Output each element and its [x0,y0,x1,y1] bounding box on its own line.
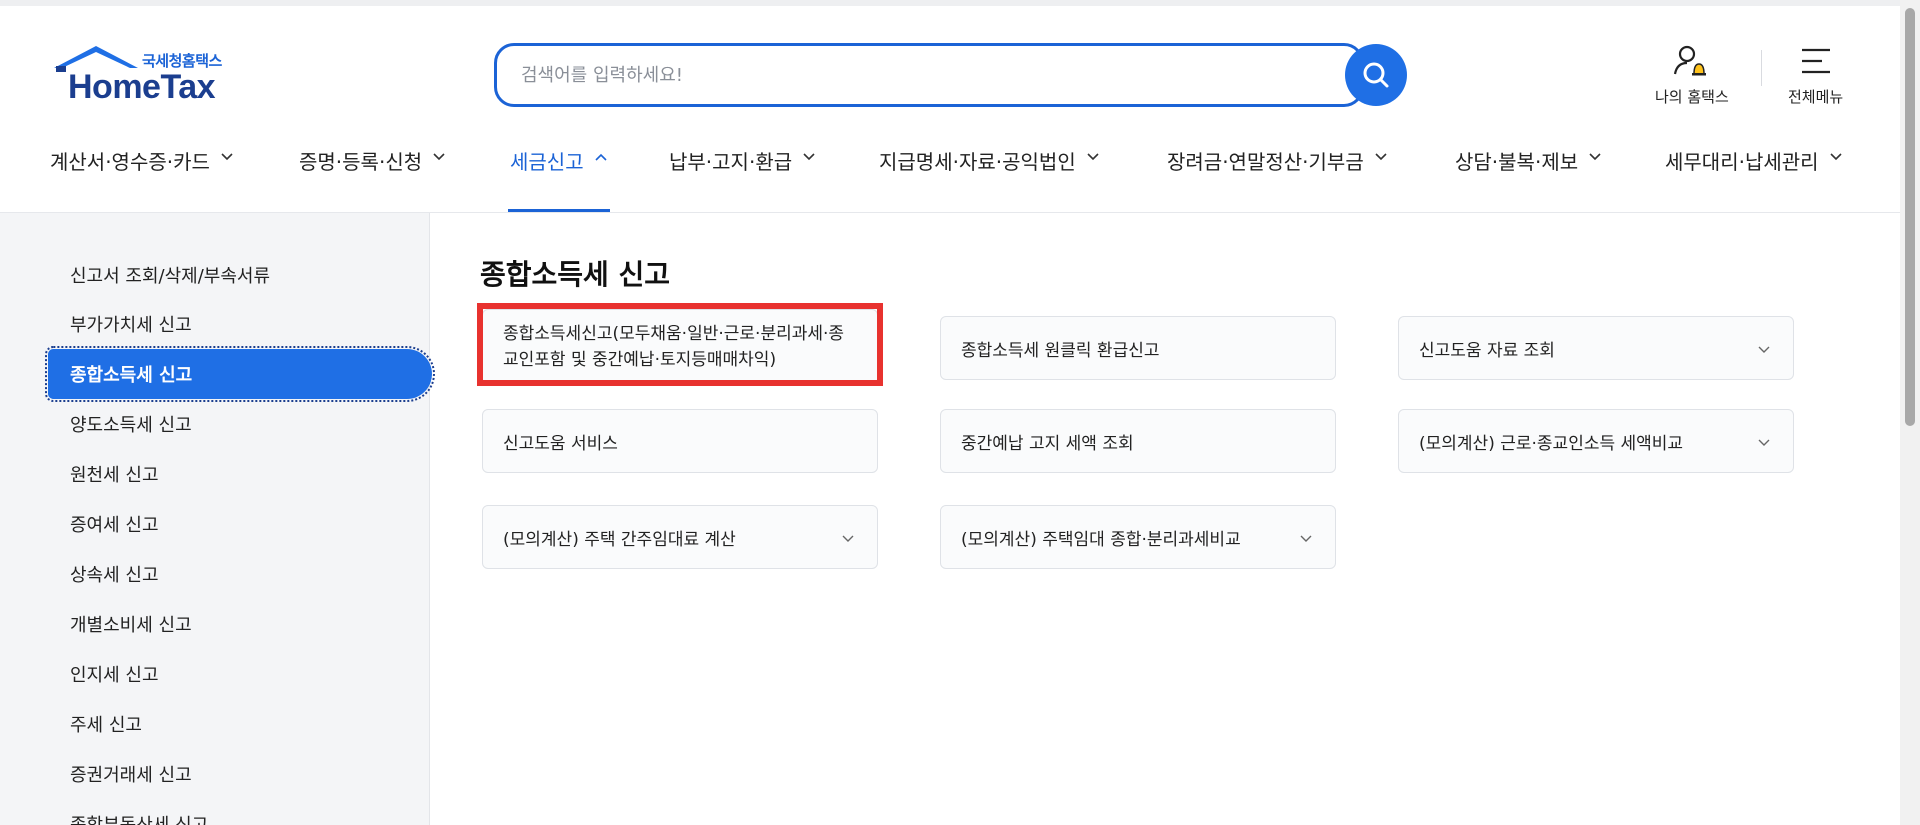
left-navigation: 신고서 조회/삭제/부속서류 부가가치세 신고 종합소득세 신고 양도소득세 신… [0,213,435,825]
card-sim-rental-compare[interactable]: (모의계산) 주택임대 종합·분리과세비교 [940,505,1336,569]
card-label: 종합소득세 원클릭 환급신고 [961,340,1160,361]
lnb-item-withholding[interactable]: 원천세 신고 [48,449,432,499]
lnb-item-label: 주세 신고 [70,715,142,736]
my-hometax-button[interactable]: 나의 홈택스 [1655,44,1729,107]
gnb-item-label: 지급명세·자료·공익법인 [879,150,1076,174]
utility-divider [1761,50,1762,86]
gnb-item-incentive[interactable]: 장려금·연말정산·기부금 [1167,140,1388,212]
lnb-item-label: 종합소득세 신고 [70,365,193,386]
card-label: (모의계산) 주택임대 종합·분리과세비교 [961,529,1241,550]
lnb-item-liquor[interactable]: 주세 신고 [48,699,432,749]
gnb-item-label: 계산서·영수증·카드 [50,150,210,174]
card-sim-deemed-rent[interactable]: (모의계산) 주택 간주임대료 계산 [482,505,878,569]
chevron-down-icon [1758,439,1770,446]
chevron-down-icon [1829,153,1842,161]
logo-english-text: HomeTax [68,68,216,106]
card-label: (모의계산) 근로·종교인소득 세액비교 [1419,433,1684,454]
chevron-up-icon [595,153,607,161]
lnb-item-gift-tax[interactable]: 증여세 신고 [48,499,432,549]
my-hometax-label: 나의 홈택스 [1655,88,1729,106]
gnb-item-agent[interactable]: 세무대리·납세관리 [1665,140,1843,212]
card-help-data-inquiry[interactable]: 신고도움 자료 조회 [1398,316,1794,380]
lnb-item-return-inquiry[interactable]: 신고서 조회/삭제/부속서류 [48,250,432,300]
chevron-down-icon [433,153,445,161]
all-menu-button[interactable]: 전체메뉴 [1788,44,1843,107]
lnb-item-label: 개별소비세 신고 [70,615,192,636]
card-label: (모의계산) 주택 간주임대료 계산 [503,529,736,550]
lnb-item-income-tax[interactable]: 종합소득세 신고 [45,346,435,402]
lnb-item-capital-gains[interactable]: 양도소득세 신고 [48,399,432,449]
gnb-item-invoice[interactable]: 계산서·영수증·카드 [50,140,234,212]
chevron-down-icon [1375,153,1387,161]
search-icon [1363,62,1389,88]
chevron-down-icon [1758,346,1770,353]
hometax-logo[interactable]: 국세청홈택스 HomeTax [50,44,250,108]
lnb-item-label: 증권거래세 신고 [70,765,192,786]
gnb-item-statement[interactable]: 지급명세·자료·공익법인 [879,140,1100,212]
lnb-item-label: 신고서 조회/삭제/부속서류 [70,266,271,287]
gnb-item-label: 납부·고지·환급 [669,150,793,174]
page-scrollbar[interactable] [1900,0,1920,825]
search-bar [494,43,1407,107]
lnb-item-label: 종합부동산세 신고 [70,811,208,825]
chevron-down-icon [221,153,233,161]
lnb-item-property[interactable]: 종합부동산세 신고 [48,799,432,825]
user-bell-icon [1673,45,1706,76]
lnb-item-stamp[interactable]: 인지세 신고 [48,649,432,699]
gnb-item-label: 증명·등록·신청 [299,150,423,174]
scrollbar-thumb[interactable] [1905,8,1915,426]
card-label: 종합소득세신고(모두채움·일반·근로·분리과세·종교인포함 및 중간예납·토지등… [503,324,845,370]
gnb-item-tax-return[interactable]: 세금신고 [508,140,610,212]
lnb-item-label: 원천세 신고 [70,465,159,486]
lnb-item-label: 부가가치세 신고 [70,315,192,336]
lnb-item-excise[interactable]: 개별소비세 신고 [48,599,432,649]
lnb-item-inheritance[interactable]: 상속세 신고 [48,549,432,599]
chevron-down-icon [1300,535,1312,542]
gnb-item-payment[interactable]: 납부·고지·환급 [669,140,816,212]
card-income-tax-return[interactable]: 종합소득세신고(모두채움·일반·근로·분리과세·종교인포함 및 중간예납·토지등… [482,309,878,385]
chevron-down-icon [803,153,815,161]
global-navigation: 계산서·영수증·카드 증명·등록·신청 세금신고 납부·고지·환급 지급명세·자… [0,140,1900,212]
gnb-item-label: 세금신고 [510,150,584,174]
lnb-item-label: 양도소득세 신고 [70,415,192,436]
chevron-down-icon [842,535,854,542]
card-oneclick-refund[interactable]: 종합소득세 원클릭 환급신고 [940,316,1336,380]
gnb-item-certificate[interactable]: 증명·등록·신청 [299,140,446,212]
search-button[interactable] [1345,44,1407,106]
gnb-item-label: 장려금·연말정산·기부금 [1167,150,1364,174]
card-help-service[interactable]: 신고도움 서비스 [482,409,878,473]
page-title: 종합소득세 신고 [480,258,671,291]
card-label: 신고도움 자료 조회 [1419,340,1555,361]
card-sim-earned-income[interactable]: (모의계산) 근로·종교인소득 세액비교 [1398,409,1794,473]
lnb-item-vat[interactable]: 부가가치세 신고 [48,299,432,349]
chevron-down-icon [1589,153,1601,161]
card-interim-prepayment[interactable]: 중간예납 고지 세액 조회 [940,409,1336,473]
gnb-item-label: 세무대리·납세관리 [1665,150,1819,174]
chevron-down-icon [1087,153,1099,161]
card-label: 신고도움 서비스 [503,433,618,454]
lnb-item-label: 인지세 신고 [70,665,159,686]
gnb-item-label: 상담·불복·제보 [1455,150,1579,174]
gnb-item-consult[interactable]: 상담·불복·제보 [1455,140,1602,212]
all-menu-label: 전체메뉴 [1788,88,1844,106]
search-input[interactable] [494,43,1364,107]
hamburger-menu-icon [1801,48,1830,74]
card-label: 중간예납 고지 세액 조회 [961,433,1134,454]
top-strip [0,0,1900,6]
lnb-item-label: 상속세 신고 [70,565,159,586]
lnb-item-label: 증여세 신고 [70,515,159,536]
lnb-item-securities[interactable]: 증권거래세 신고 [48,749,432,799]
